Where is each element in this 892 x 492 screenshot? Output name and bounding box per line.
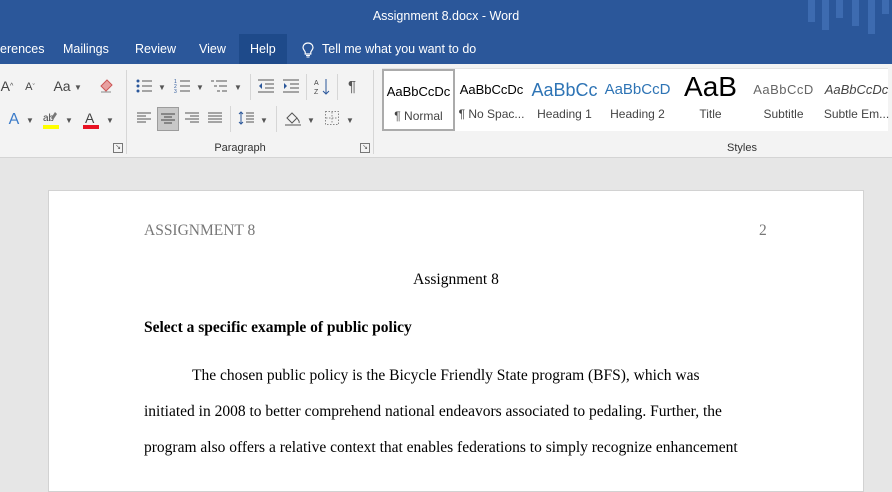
document-heading: Select a specific example of public poli… [144,319,412,336]
body-line: program also offers a relative context t… [144,439,738,456]
paragraph-group-label: Paragraph [214,142,266,154]
tab-view[interactable]: View [188,34,237,64]
chevron-down-icon[interactable]: ▼ [346,116,354,125]
page-number: 2 [759,222,767,239]
document-title: Assignment 8 [413,271,499,288]
increase-indent-icon[interactable] [281,76,301,96]
style-subtle-emphasis[interactable]: AaBbCcDc Subtle Em... [820,69,892,131]
style-sample: AaBbCcDc [459,82,524,97]
shrink-font-icon[interactable]: Aˇ [22,78,38,96]
align-left-icon[interactable] [135,107,153,129]
justify-icon[interactable] [206,107,224,129]
style-sample: AaBbCcDc [386,84,451,99]
style-name: Heading 2 [610,107,665,121]
lightbulb-icon [302,42,314,58]
ribbon: A ^ Aˇ Aa ▼ A ▼ ab ▼ A ▼ ↘ ▼ 123 ▼ ▼ AZ ¶ [0,64,892,158]
styles-gallery: AaBbCcDc ¶ Normal AaBbCcDc ¶ No Spac... … [382,68,889,131]
chevron-down-icon[interactable]: ▼ [65,116,73,125]
style-subtitle[interactable]: AaBbCcD Subtitle [747,69,820,131]
bullets-icon[interactable] [135,76,153,96]
tell-me-text: Tell me what you want to do [322,42,477,56]
style-no-spacing[interactable]: AaBbCcDc ¶ No Spac... [455,69,528,131]
group-separator [230,106,231,132]
svg-text:3: 3 [174,89,177,93]
style-sample: AaBbCcD [753,82,814,97]
chevron-down-icon[interactable]: ▼ [74,83,82,92]
style-sample: AaB [684,71,737,102]
window-title: Assignment 8.docx - Word [372,9,520,23]
decrease-indent-icon[interactable] [256,76,276,96]
clear-formatting-icon[interactable] [96,76,116,96]
style-name: Subtitle [763,107,804,121]
group-separator [276,106,277,132]
tab-references[interactable]: erences [0,34,55,64]
chevron-down-icon[interactable]: ▼ [260,116,268,125]
tab-help[interactable]: Help [239,34,287,64]
font-dialog-launcher[interactable]: ↘ [113,143,123,153]
paragraph-dialog-launcher[interactable]: ↘ [360,143,370,153]
style-sample: AaBbCc [531,80,598,100]
text-effects-icon[interactable]: A [4,108,24,132]
numbering-icon[interactable]: 123 [173,76,191,96]
grow-font-icon[interactable]: A ^ [0,76,14,96]
align-center-icon[interactable] [157,107,179,131]
tab-review[interactable]: Review [124,34,187,64]
style-title[interactable]: AaB Title [674,69,747,131]
chevron-down-icon[interactable]: ▼ [106,116,114,125]
change-case-label: Aa [53,78,71,94]
group-separator [337,74,338,100]
group-separator [373,70,374,154]
style-heading-2[interactable]: AaBbCcD Heading 2 [601,69,674,131]
style-name: Heading 1 [537,107,592,121]
align-right-icon[interactable] [183,107,201,129]
sort-icon[interactable]: AZ [312,76,332,98]
group-separator [126,70,127,154]
style-name: ¶ No Spac... [458,107,525,121]
svg-text:A: A [314,80,319,87]
style-name: Title [699,107,722,121]
page-header-title: ASSIGNMENT 8 [144,222,256,239]
multilevel-list-icon[interactable] [210,76,228,96]
style-heading-1[interactable]: AaBbCc Heading 1 [528,69,601,131]
show-formatting-icon[interactable]: ¶ [343,76,361,96]
tab-mailings[interactable]: Mailings [52,34,120,64]
chevron-down-icon[interactable]: ▼ [307,116,315,125]
ribbon-tab-bar: erences Mailings Review View Help Tell m… [0,34,892,64]
chevron-down-icon[interactable]: ▼ [158,83,166,92]
style-name: Subtle Em... [823,107,890,121]
style-name: ¶ Normal [394,109,443,123]
chevron-down-icon[interactable]: ▼ [196,83,204,92]
shading-icon[interactable] [282,107,304,129]
highlight-icon[interactable]: ab [40,108,62,132]
font-color-icon[interactable]: A [80,108,102,132]
document-page[interactable]: ASSIGNMENT 8 2 Assignment 8 Select a spe… [48,190,864,492]
svg-text:Z: Z [314,89,319,96]
group-separator [250,74,251,100]
style-sample: AaBbCcDc [824,82,889,97]
change-case-button[interactable]: Aa [52,76,72,96]
borders-icon[interactable] [322,107,342,129]
svg-text:A: A [85,110,95,126]
body-line: The chosen public policy is the Bicycle … [192,367,700,384]
style-sample: AaBbCcD [604,81,671,98]
styles-group-label: Styles [727,142,757,154]
title-bar: Assignment 8.docx - Word [0,0,892,34]
chevron-down-icon[interactable]: ▼ [234,83,242,92]
group-separator [306,74,307,100]
chevron-down-icon[interactable]: ▼ [26,116,34,125]
body-line: initiated in 2008 to better comprehend n… [144,403,722,420]
tell-me-search[interactable]: Tell me what you want to do [302,34,476,64]
document-canvas[interactable]: ASSIGNMENT 8 2 Assignment 8 Select a spe… [0,158,892,492]
style-normal[interactable]: AaBbCcDc ¶ Normal [382,69,455,131]
line-spacing-icon[interactable] [236,107,256,129]
